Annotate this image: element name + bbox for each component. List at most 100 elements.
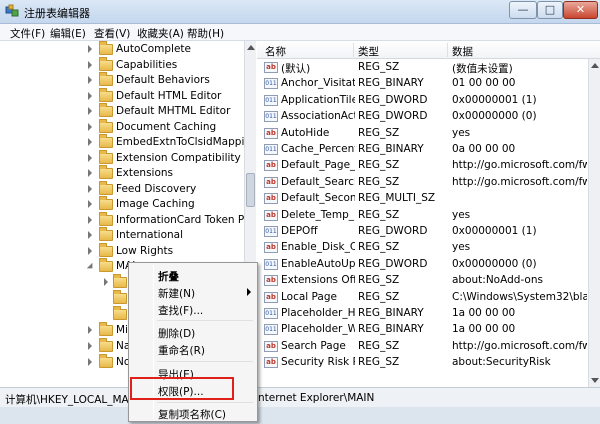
folder-icon: [113, 290, 127, 304]
value-row[interactable]: 011Anchor_Visitati...REG_BINARY 01 00 00 …: [257, 76, 587, 92]
menu-separator: [157, 402, 253, 403]
values-list[interactable]: 名称 类型 数据 ab (默认) REG_SZ (数值未设置) 011 Anchor_Vi…: [257, 41, 600, 387]
expand-arrow-icon[interactable]: [88, 91, 92, 100]
tree-item-extensions[interactable]: Extensions: [0, 165, 245, 182]
value-name: (默认): [281, 63, 311, 75]
tree-item-label: InformationCard Token Pro: [116, 213, 255, 226]
expand-arrow-icon[interactable]: [88, 200, 92, 208]
expand-arrow-icon[interactable]: [88, 326, 92, 334]
menu-file[interactable]: 文件(F): [10, 26, 45, 41]
menu-view[interactable]: 查看(V): [94, 26, 130, 41]
value-row[interactable]: abSecurity Risk P...REG_SZ about:Security…: [257, 355, 587, 371]
tree-item-default-mhtml-editor[interactable]: Default MHTML Editor: [0, 103, 245, 120]
scroll-up-icon[interactable]: [591, 63, 599, 68]
tree-item-label: AutoComplete: [116, 43, 191, 55]
scroll-down-icon[interactable]: [591, 378, 599, 383]
value-row[interactable]: 011Placeholder_W...REG_BINARY 1a 00 00 00: [257, 322, 587, 338]
menu-help[interactable]: 帮助(H): [187, 26, 224, 41]
value-row[interactable]: ab AutoHide REG_SZ yes: [257, 126, 587, 142]
value-row[interactable]: 011ApplicationTile...REG_DWORD 0x00000001…: [257, 93, 587, 109]
tree-item-document-caching[interactable]: Document Caching: [0, 118, 245, 136]
tree-item-international[interactable]: International: [0, 227, 245, 244]
menu-item-delete[interactable]: 删除(D): [131, 323, 255, 341]
value-row[interactable]: abDefault_Page_...REG_SZ http://go.micros…: [257, 158, 587, 174]
string-value-icon: ab: [264, 242, 278, 254]
value-row[interactable]: abDefault_Secon...REG_MULTI_SZ: [257, 191, 587, 207]
folder-icon: [99, 149, 113, 164]
value-name: Placeholder_H...: [281, 307, 355, 319]
menu-favorites[interactable]: 收藏夹(A): [137, 26, 184, 41]
expand-arrow-icon[interactable]: [88, 76, 92, 84]
value-row[interactable]: 011Cache_Percent...REG_BINARY 0a 00 00 00: [257, 142, 587, 158]
menu-item-collapse[interactable]: 折叠: [131, 266, 255, 284]
column-header-type[interactable]: 类型: [358, 44, 379, 59]
string-value-icon: ab: [264, 275, 278, 287]
value-data: (数值未设置): [452, 63, 513, 75]
scrollbar-thumb[interactable]: [246, 173, 255, 207]
tree-item-capabilities[interactable]: Capabilities: [0, 56, 245, 74]
collapse-arrow-icon[interactable]: [86, 262, 96, 272]
value-name: Default_Page_...: [281, 159, 355, 172]
expand-arrow-icon[interactable]: [88, 138, 92, 146]
value-data: yes: [452, 126, 471, 139]
string-value-icon: ab: [264, 209, 278, 221]
expand-arrow-icon[interactable]: [88, 246, 92, 255]
tree-item-embedextntoclsidmapping[interactable]: EmbedExtnToClsidMapping: [0, 134, 255, 151]
value-row[interactable]: ab Search Page REG_SZ http://go.microsoft.c…: [257, 339, 587, 355]
value-row[interactable]: 011Placeholder_H...REG_BINARY 1a 00 00 00: [257, 306, 587, 322]
column-divider[interactable]: [353, 43, 354, 57]
value-row[interactable]: abDefault_Search...REG_SZ http://go.micro…: [257, 175, 587, 191]
value-row[interactable]: ab Local Page REG_SZ C:\Windows\System32\bl…: [257, 290, 587, 306]
value-row[interactable]: abExtensions Off ...REG_SZ about:NoAdd-on…: [257, 273, 587, 289]
expand-arrow-icon[interactable]: [88, 358, 92, 366]
menu-item-copy-key-name[interactable]: 复制项名称(C): [131, 404, 255, 422]
tree-item-image-caching[interactable]: Image Caching: [0, 196, 245, 213]
menu-item-new[interactable]: 新建(N): [131, 283, 255, 301]
value-row[interactable]: 011EnableAutoUp...REG_DWORD 0x00000000 (0…: [257, 257, 587, 273]
value-row[interactable]: abDelete_Temp_F...REG_SZ yes: [257, 208, 587, 224]
tree-item-label: Image Caching: [116, 198, 195, 210]
value-name: Security Risk P...: [281, 356, 355, 369]
minimize-button[interactable]: —: [509, 1, 537, 19]
column-header-data[interactable]: 数据: [452, 44, 473, 59]
expand-arrow-icon[interactable]: [88, 184, 92, 193]
tree-item-default-behaviors[interactable]: Default Behaviors: [0, 72, 245, 89]
value-row[interactable]: ab (默认) REG_SZ (数值未设置): [257, 60, 587, 76]
expand-arrow-icon[interactable]: [88, 45, 92, 53]
tree-item-low-rights[interactable]: Low Rights: [0, 242, 245, 260]
value-name: EnableAutoUp...: [281, 257, 355, 270]
menu-item-label: 删除(D): [158, 328, 196, 340]
tree-item-autocomplete[interactable]: AutoComplete: [0, 41, 245, 58]
expand-arrow-icon[interactable]: [88, 231, 92, 239]
menu-item-find[interactable]: 查找(F)...: [131, 300, 255, 318]
expand-arrow-icon[interactable]: [88, 107, 92, 115]
column-divider[interactable]: [447, 43, 448, 57]
expand-arrow-icon[interactable]: [88, 215, 92, 224]
value-name: DEPOff: [281, 225, 318, 237]
scroll-up-icon[interactable]: [247, 45, 255, 50]
tree-item-feed-discovery[interactable]: Feed Discovery: [0, 180, 245, 198]
value-name: Anchor_Visitati...: [281, 77, 355, 90]
expand-arrow-icon[interactable]: [88, 153, 92, 162]
close-button[interactable]: ✕: [563, 1, 598, 19]
value-row[interactable]: 011 DEPOff REG_DWORD 0x00000001 (1): [257, 224, 587, 240]
expand-arrow-icon[interactable]: [88, 342, 92, 350]
expand-arrow-icon[interactable]: [88, 169, 92, 177]
value-row[interactable]: 011AssociationActi...REG_DWORD 0x00000000…: [257, 109, 587, 125]
expand-arrow-icon[interactable]: [104, 278, 108, 286]
column-header-name[interactable]: 名称: [265, 44, 286, 59]
expand-arrow-icon[interactable]: [88, 122, 92, 131]
menu-edit[interactable]: 编辑(E): [50, 26, 86, 41]
expand-arrow-icon[interactable]: [88, 60, 92, 69]
folder-icon: [99, 258, 113, 272]
tree-item-default-html-editor[interactable]: Default HTML Editor: [0, 87, 245, 105]
list-scrollbar[interactable]: [588, 59, 600, 387]
value-row[interactable]: abEnable_Disk_C...REG_SZ yes: [257, 240, 587, 256]
tree-item-label: EmbedExtnToClsidMapping: [116, 136, 256, 148]
tree-item-extension-compatibility[interactable]: Extension Compatibility: [0, 149, 245, 167]
menu-item-rename[interactable]: 重命名(R): [131, 340, 255, 358]
value-name: Local Page: [281, 290, 337, 303]
tree-item-informationcard-token-pro[interactable]: InformationCard Token Pro: [0, 211, 255, 229]
maximize-button[interactable]: □: [537, 1, 563, 19]
value-name: Placeholder_W...: [281, 323, 355, 336]
